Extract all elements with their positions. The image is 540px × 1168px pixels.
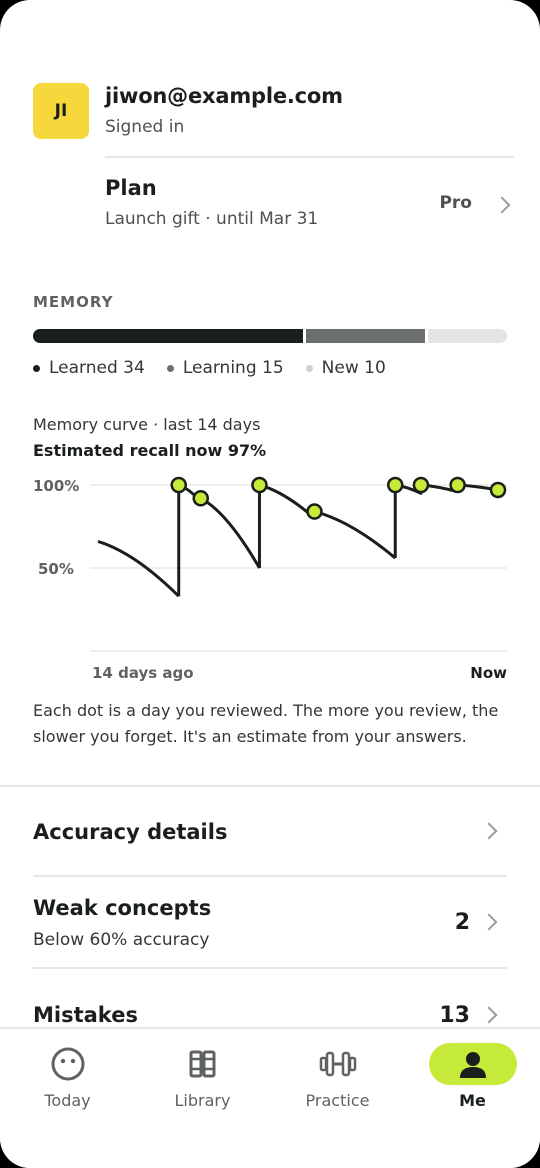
curve-segment [259,483,397,560]
account-email: jiwon@example.com [105,84,343,108]
tab-bar: Today Library Practice Me [0,1027,540,1168]
row-weak-title: Weak concepts [33,896,212,920]
legend-learning-label: Learning 15 [182,358,284,378]
tab-me[interactable]: Me [405,1029,540,1129]
tab-practice[interactable]: Practice [270,1029,405,1129]
chevron-right-icon [493,196,511,214]
memory-section-label: MEMORY [33,293,114,311]
screen: JI jiwon@example.com Signed in Plan Laun… [0,0,540,1168]
plan-subtitle: Launch gift · until Mar 31 [105,209,319,229]
tab-practice-label: Practice [305,1091,370,1110]
review-dot [412,476,430,494]
new-dot-icon [305,364,313,372]
memory-curve-title: Memory curve · last 14 days [33,415,261,434]
y-tick-label: 50% [38,560,74,578]
divider [33,967,507,969]
memory-legend: Learned 34 Learning 15 New 10 [33,358,386,378]
row-weak-count: 2 [454,910,470,935]
tab-me-label: Me [459,1091,486,1110]
legend-new-label: New 10 [321,358,386,378]
books-icon [159,1043,247,1085]
legend-learned: Learned 34 [33,358,145,378]
plan-value: Pro [439,193,472,213]
chevron-right-icon [480,913,498,931]
row-weak-subtitle: Below 60% accuracy [33,930,210,950]
legend-learning: Learning 15 [166,358,284,378]
dumbbell-icon [294,1043,382,1085]
tab-today[interactable]: Today [0,1029,135,1129]
tab-library-label: Library [174,1091,231,1110]
legend-new: New 10 [305,358,386,378]
tab-today-label: Today [44,1091,91,1110]
chevron-right-icon [480,1006,498,1024]
legend-learned-label: Learned 34 [49,358,145,378]
memory-bar [33,329,507,343]
tab-library[interactable]: Library [135,1029,270,1129]
learning-dot-icon [166,364,174,372]
plan-title: Plan [105,176,157,200]
avatar-initials: JI [54,101,68,121]
y-tick-label: 100% [33,477,79,495]
curve-segment [97,540,180,598]
memory-curve-note: Each dot is a day you reviewed. The more… [33,701,499,746]
divider [105,156,514,158]
review-dot [449,476,466,494]
memory-bar-learning [305,329,425,343]
x-tick-label: 14 days ago [92,664,194,682]
memory-bar-new [427,329,507,343]
divider [33,875,507,877]
x-tick-label: Now [470,664,507,682]
row-mistakes-count: 13 [439,1003,470,1028]
learned-dot-icon [33,364,40,372]
plan-row[interactable]: Plan Launch gift · until Mar 31 Pro [105,172,514,242]
curve-segment [178,483,261,569]
divider [0,785,540,787]
smile-icon [24,1043,112,1085]
review-dot [306,503,323,520]
review-dot [489,481,507,499]
review-dot [251,476,268,494]
chevron-right-icon [480,822,498,840]
memory-curve-subtitle: Estimated recall now 97% [33,441,267,460]
avatar: JI [33,83,89,139]
person-icon [428,1043,517,1085]
memory-bar-learned [33,329,303,343]
curve-segment [395,483,499,495]
review-dot [170,476,187,494]
review-dot [386,476,404,494]
row-mistakes-title: Mistakes [33,1003,138,1027]
review-dot [192,490,210,507]
account-status: Signed in [105,117,185,137]
row-accuracy-title: Accuracy details [33,820,228,844]
memory-curve-chart: 100% 50% 14 days ago Now [33,476,507,682]
